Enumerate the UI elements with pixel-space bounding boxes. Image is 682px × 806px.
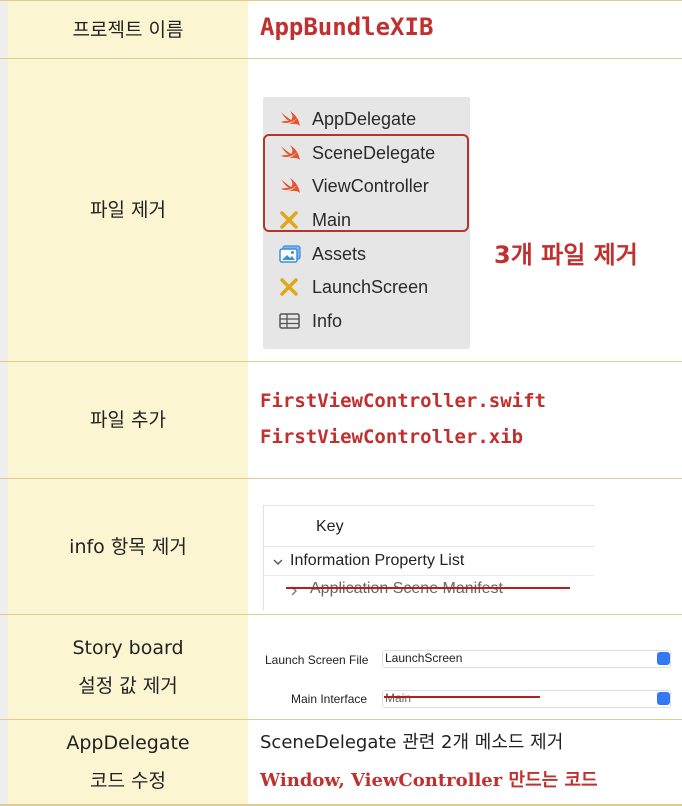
removed-files-highlight [263, 134, 469, 232]
label-cell: 프로젝트 이름 [8, 1, 248, 58]
file-item[interactable]: AppDelegate [278, 105, 416, 133]
interface-builder-icon [278, 277, 302, 297]
remove-note: 3개 파일 제거 [494, 241, 638, 269]
launch-screen-select[interactable]: LaunchScreen [382, 650, 671, 668]
plist-removed-row[interactable]: Application Scene Manifest [264, 576, 594, 602]
plist-removed-key: Application Scene Manifest [310, 580, 503, 598]
select-arrows-icon[interactable] [657, 692, 670, 705]
row-appdelegate-edit: AppDelegate 코드 수정 SceneDelegate 관련 2개 메소… [0, 720, 682, 806]
launch-screen-value: LaunchScreen [385, 651, 463, 665]
file-item[interactable]: Assets [278, 240, 366, 268]
value-cell: FirstViewController.swift FirstViewContr… [248, 362, 682, 478]
row-label: 프로젝트 이름 [72, 18, 184, 41]
plist-root-key: Information Property List [290, 552, 465, 569]
plist-table-icon [278, 311, 302, 331]
left-strip [0, 1, 8, 58]
file-item[interactable]: Info [278, 307, 342, 335]
plist-root-row[interactable]: Information Property List [264, 547, 594, 576]
plist-editor: Key Information Property List Applicatio… [263, 505, 594, 611]
label-cell: AppDelegate 코드 수정 [8, 720, 248, 804]
row-label-line-1: AppDelegate [66, 732, 190, 754]
row-label: info 항목 제거 [69, 535, 187, 558]
select-arrows-icon[interactable] [657, 652, 670, 665]
left-strip [0, 59, 8, 361]
row-label: 파일 추가 [90, 409, 166, 431]
setting-label-main-interface: Main Interface [291, 692, 368, 706]
row-label-line-2: 코드 수정 [90, 770, 166, 792]
value-cell: AppBundleXIB [248, 1, 682, 58]
file-name: Assets [312, 243, 367, 264]
row-label-line-1: Story board [72, 637, 184, 659]
label-cell: 파일 제거 [8, 59, 248, 361]
plist-header-row: Key [264, 506, 594, 547]
strikethrough-line [384, 696, 540, 698]
file-name: LaunchScreen [312, 276, 429, 297]
main-interface-select[interactable]: Main [382, 690, 671, 708]
file-item[interactable]: LaunchScreen [278, 273, 428, 301]
left-strip [0, 362, 8, 478]
change-description: SceneDelegate 관련 2개 메소드 제거 [260, 732, 564, 753]
chevron-right-icon[interactable] [288, 582, 300, 601]
change-highlight: Window, ViewController 만드는 코드 [260, 770, 598, 791]
chevron-down-icon[interactable] [272, 553, 284, 572]
added-file-swift: FirstViewController.swift [260, 390, 546, 412]
label-cell: Story board 설정 값 제거 [8, 615, 248, 719]
setting-label-launch-screen: Launch Screen File [265, 653, 369, 667]
left-strip [0, 720, 8, 804]
label-cell: 파일 추가 [8, 362, 248, 478]
swift-icon [278, 109, 302, 129]
row-label: 파일 제거 [90, 199, 166, 221]
file-name: Info [312, 310, 343, 331]
main-interface-value: Main [385, 691, 412, 705]
project-name: AppBundleXIB [260, 13, 434, 41]
row-file-add: 파일 추가 FirstViewController.swift FirstVie… [0, 362, 682, 479]
row-project-name: 프로젝트 이름 AppBundleXIB [0, 0, 682, 59]
label-cell: info 항목 제거 [8, 479, 248, 614]
added-file-xib: FirstViewController.xib [260, 426, 524, 448]
file-name: AppDelegate [312, 108, 417, 129]
left-strip [0, 615, 8, 719]
asset-catalog-icon [278, 244, 302, 264]
row-label-line-2: 설정 값 제거 [78, 675, 178, 697]
left-strip [0, 479, 8, 614]
strikethrough-line [286, 587, 570, 589]
plist-key-header: Key [316, 518, 344, 535]
value-cell: SceneDelegate 관련 2개 메소드 제거 Window, ViewC… [248, 720, 682, 804]
